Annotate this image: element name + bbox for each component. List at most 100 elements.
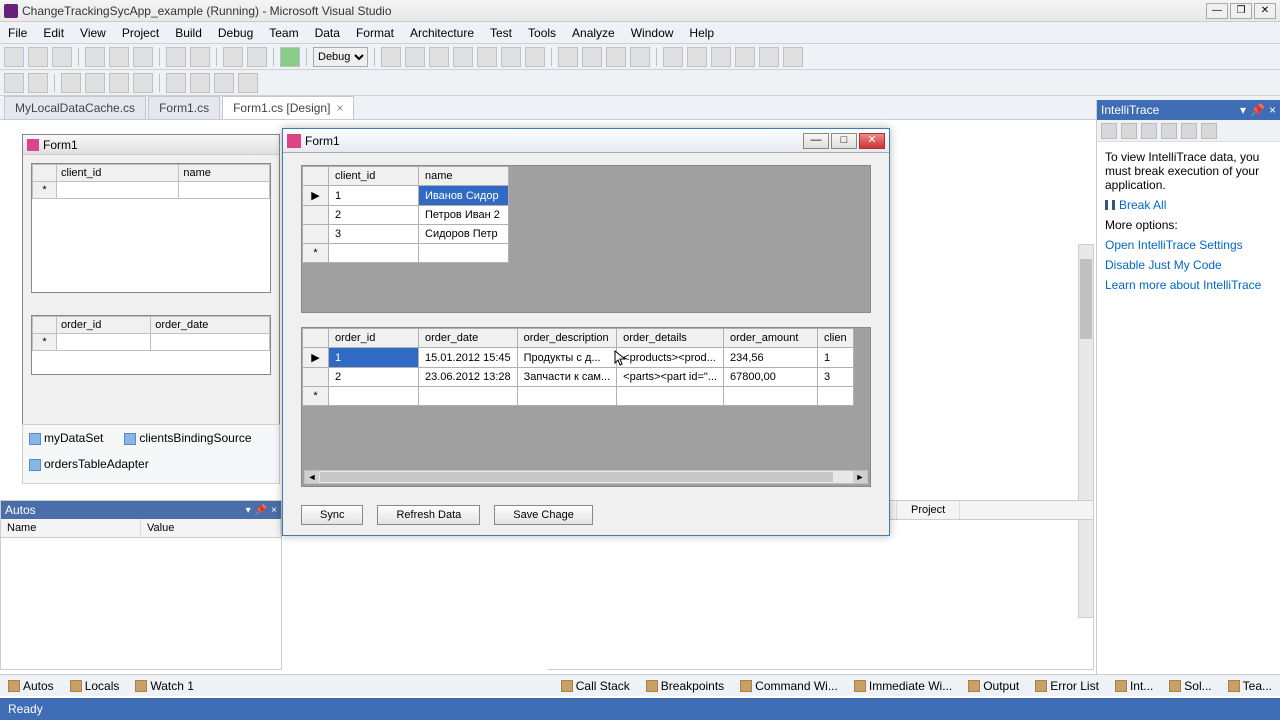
toolbar-icon[interactable] (687, 47, 707, 67)
toolbar-icon[interactable] (166, 47, 186, 67)
table-row[interactable]: ▶1Иванов Сидор (303, 186, 509, 206)
menu-view[interactable]: View (72, 26, 114, 40)
toolbar-icon[interactable] (61, 73, 81, 93)
toolbar-icon[interactable] (663, 47, 683, 67)
toolbar-icon[interactable] (1181, 123, 1197, 139)
menu-debug[interactable]: Debug (210, 26, 261, 40)
toolbar-icon[interactable] (109, 73, 129, 93)
learn-more-link[interactable]: Learn more about IntelliTrace (1105, 278, 1272, 292)
tab-form1-design[interactable]: Form1.cs [Design]× (222, 96, 354, 119)
close-icon[interactable]: × (271, 505, 277, 516)
table-row[interactable]: 223.06.2012 13:28Запчасти к сам...<parts… (303, 368, 854, 387)
form-maximize-button[interactable]: □ (831, 133, 857, 149)
toolbar-icon[interactable] (133, 73, 153, 93)
menu-tools[interactable]: Tools (520, 26, 564, 40)
designer-clients-grid[interactable]: client_idname * (31, 163, 271, 293)
toolbar-icon[interactable] (453, 47, 473, 67)
toolbar-icon[interactable] (606, 47, 626, 67)
toolbar-icon[interactable] (783, 47, 803, 67)
toolbar-icon[interactable] (238, 73, 258, 93)
menu-data[interactable]: Data (307, 26, 348, 40)
toolbar-icon[interactable] (85, 73, 105, 93)
tab-output[interactable]: Output (960, 677, 1027, 695)
menu-project[interactable]: Project (114, 26, 167, 40)
orders-datagrid[interactable]: order_id order_date order_description or… (301, 327, 871, 487)
dropdown-icon[interactable]: ▾ (246, 505, 251, 516)
save-button[interactable]: Save Chage (494, 505, 593, 525)
tab-locals[interactable]: Locals (62, 677, 128, 695)
col-order-details[interactable]: order_details (617, 329, 724, 348)
menu-architecture[interactable]: Architecture (402, 26, 482, 40)
tray-clientsbindingsource[interactable]: clientsBindingSource (124, 431, 251, 445)
designer-orders-grid[interactable]: order_idorder_date * (31, 315, 271, 375)
horizontal-scrollbar[interactable]: ◄► (304, 470, 868, 484)
restore-button[interactable]: ❐ (1230, 3, 1252, 19)
toolbar-icon[interactable] (1101, 123, 1117, 139)
toolbar-icon[interactable] (4, 73, 24, 93)
start-debug-icon[interactable] (280, 47, 300, 67)
toolbar-icon[interactable] (1121, 123, 1137, 139)
tab-errorlist[interactable]: Error List (1027, 677, 1107, 695)
menu-file[interactable]: File (0, 26, 35, 40)
col-name[interactable]: Name (1, 519, 141, 537)
toolbar-icon[interactable] (630, 47, 650, 67)
toolbar-icon[interactable] (166, 73, 186, 93)
toolbar-icon[interactable] (4, 47, 24, 67)
refresh-button[interactable]: Refresh Data (377, 505, 480, 525)
toolbar-icon[interactable] (109, 47, 129, 67)
toolbar-icon[interactable] (1201, 123, 1217, 139)
toolbar-icon[interactable] (247, 47, 267, 67)
col-order-date[interactable]: order_date (419, 329, 518, 348)
toolbar-icon[interactable] (405, 47, 425, 67)
menu-help[interactable]: Help (681, 26, 722, 40)
tray-mydataset[interactable]: myDataSet (29, 431, 103, 445)
toolbar-icon[interactable] (1161, 123, 1177, 139)
form-close-button[interactable]: ✕ (859, 133, 885, 149)
table-row[interactable]: 2Петров Иван 2 (303, 206, 509, 225)
col-value[interactable]: Value (141, 519, 281, 537)
toolbar-icon[interactable] (1141, 123, 1157, 139)
pin-icon[interactable]: 📌 (255, 505, 267, 516)
menu-edit[interactable]: Edit (35, 26, 72, 40)
minimize-button[interactable]: — (1206, 3, 1228, 19)
sync-button[interactable]: Sync (301, 505, 363, 525)
pin-icon[interactable]: 📌 (1250, 103, 1265, 117)
menu-team[interactable]: Team (261, 26, 306, 40)
config-select[interactable]: Debug (313, 47, 368, 67)
form-minimize-button[interactable]: — (803, 133, 829, 149)
tab-callstack[interactable]: Call Stack (553, 677, 638, 695)
table-row[interactable]: ▶115.01.2012 15:45Продукты с д...<produc… (303, 348, 854, 368)
dropdown-icon[interactable]: ▾ (1240, 103, 1246, 117)
col-client[interactable]: clien (817, 329, 853, 348)
tab-watch1[interactable]: Watch 1 (127, 677, 202, 695)
break-all-link[interactable]: Break All (1105, 198, 1166, 212)
close-icon[interactable]: × (1269, 103, 1276, 117)
col-project[interactable]: Project (897, 501, 960, 519)
toolbar-icon[interactable] (190, 73, 210, 93)
col-client-id[interactable]: client_id (329, 167, 419, 186)
toolbar-icon[interactable] (214, 73, 234, 93)
tab-autos[interactable]: Autos (0, 677, 62, 695)
close-icon[interactable]: × (336, 101, 343, 115)
col-order-amount[interactable]: order_amount (723, 329, 817, 348)
menu-test[interactable]: Test (482, 26, 520, 40)
toolbar-icon[interactable] (190, 47, 210, 67)
form1-titlebar[interactable]: Form1 — □ ✕ (283, 129, 889, 153)
new-row[interactable]: * (303, 387, 854, 406)
tray-orderstableadapter[interactable]: ordersTableAdapter (29, 457, 149, 471)
tab-immediate[interactable]: Immediate Wi... (846, 677, 960, 695)
toolbar-icon[interactable] (759, 47, 779, 67)
toolbar-icon[interactable] (711, 47, 731, 67)
col-name[interactable]: name (419, 167, 509, 186)
menu-build[interactable]: Build (167, 26, 210, 40)
tab-mylocaldatacache[interactable]: MyLocalDataCache.cs (4, 96, 146, 119)
tab-form1-cs[interactable]: Form1.cs (148, 96, 220, 119)
toolbar-icon[interactable] (85, 47, 105, 67)
close-button[interactable]: ✕ (1254, 3, 1276, 19)
new-row[interactable]: * (303, 244, 509, 263)
toolbar-icon[interactable] (28, 47, 48, 67)
tab-int[interactable]: Int... (1107, 677, 1161, 695)
toolbar-icon[interactable] (558, 47, 578, 67)
disable-jmc-link[interactable]: Disable Just My Code (1105, 258, 1272, 272)
clients-datagrid[interactable]: client_idname ▶1Иванов Сидор 2Петров Ива… (301, 165, 871, 313)
